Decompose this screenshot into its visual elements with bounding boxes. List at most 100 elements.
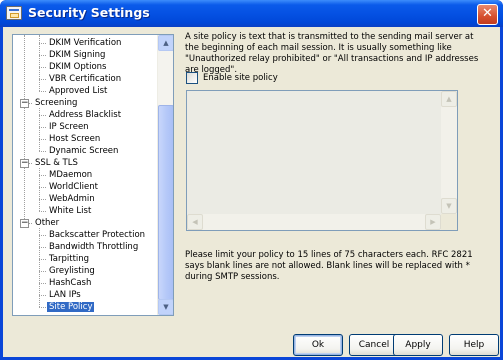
tree-guide-line	[39, 175, 46, 176]
scroll-up-button[interactable]: ▲	[441, 91, 457, 107]
tree-item-label: IP Screen	[49, 122, 89, 132]
tree-item-8[interactable]: Host Screen	[47, 133, 102, 145]
tree-item-label: WorldClient	[49, 182, 98, 192]
collapse-toggle[interactable]: −	[20, 99, 29, 108]
tree-item-7[interactable]: IP Screen	[47, 121, 91, 133]
tree-item-19[interactable]: Greylisting	[47, 265, 97, 277]
scroll-right-button[interactable]: ▶	[425, 214, 441, 230]
tree-guide-line	[39, 108, 40, 151]
chevron-up-icon: ▲	[163, 39, 169, 47]
tree-item-label: DKIM Signing	[49, 50, 106, 60]
tree-item-label: Address Blacklist	[49, 110, 122, 120]
tree-guide-line	[39, 127, 46, 128]
chevron-down-icon: ▼	[446, 202, 452, 210]
tree-item-label: DKIM Verification	[49, 38, 122, 48]
tree-item-label: VBR Certification	[49, 74, 122, 84]
tree-item-0[interactable]: DKIM Verification	[47, 37, 123, 49]
enable-site-policy-checkbox[interactable]	[186, 72, 198, 84]
policy-text-area[interactable]: ▲ ▼ ◀ ▶	[186, 90, 458, 231]
tree-guide-line	[39, 307, 46, 308]
dialog-body: DKIM Verification DKIM Signing DKIM Option…	[3, 27, 500, 357]
tree-group-15[interactable]: Other	[33, 217, 61, 229]
tree-item-label: Site Policy	[47, 302, 95, 312]
policy-description: A site policy is text that is transmitte…	[185, 32, 479, 75]
tree-item-2[interactable]: DKIM Options	[47, 61, 108, 73]
window-title: Security Settings	[28, 5, 150, 20]
help-button[interactable]: Help	[449, 334, 499, 356]
text-area-vertical-scrollbar[interactable]: ▲ ▼	[441, 91, 457, 214]
chevron-right-icon: ▶	[430, 218, 436, 226]
tree-item-label: Greylisting	[49, 266, 95, 276]
settings-tree[interactable]: DKIM Verification DKIM Signing DKIM Option…	[12, 34, 174, 316]
tree-item-3[interactable]: VBR Certification	[47, 73, 123, 85]
tree-guide-line	[39, 211, 46, 212]
tree-guide-line	[39, 228, 40, 307]
tree-item-22[interactable]: Site Policy	[47, 301, 95, 313]
tree-scrollbar[interactable]: ▲ ▼	[157, 35, 173, 315]
scroll-down-button[interactable]: ▼	[441, 198, 457, 214]
tree-guide-line	[39, 67, 46, 68]
tree-group-label: SSL & TLS	[35, 158, 78, 168]
tree-item-label: MDaemon	[49, 170, 93, 180]
tree-item-label: WebAdmin	[49, 194, 95, 204]
ok-button[interactable]: Ok	[293, 334, 343, 356]
tree-item-11[interactable]: MDaemon	[47, 169, 94, 181]
tree-item-16[interactable]: Backscatter Protection	[47, 229, 147, 241]
tree-guide-line	[39, 168, 40, 211]
tree-guide-line	[39, 79, 46, 80]
tree-item-label: LAN IPs	[49, 290, 81, 300]
tree-item-9[interactable]: Dynamic Screen	[47, 145, 120, 157]
enable-site-policy-label[interactable]: Enable site policy	[203, 73, 278, 83]
scrollbar-corner	[441, 214, 457, 230]
tree-item-6[interactable]: Address Blacklist	[47, 109, 123, 121]
minus-icon: −	[21, 158, 29, 168]
app-icon	[6, 6, 22, 20]
policy-limit-note: Please limit your policy to 15 lines of …	[185, 250, 473, 282]
chevron-left-icon: ◀	[192, 218, 198, 226]
tree-item-1[interactable]: DKIM Signing	[47, 49, 107, 61]
title-bar[interactable]: Security Settings ✕	[0, 0, 503, 27]
scroll-left-button[interactable]: ◀	[187, 214, 203, 230]
tree-group-10[interactable]: SSL & TLS	[33, 157, 80, 169]
tree-guide-line	[39, 235, 46, 236]
security-settings-window: Security Settings ✕ DKIM Verification DKI…	[0, 0, 503, 360]
close-button[interactable]: ✕	[477, 4, 498, 25]
tree-item-label: DKIM Options	[49, 62, 107, 72]
tree-group-label: Other	[35, 218, 60, 228]
collapse-toggle[interactable]: −	[20, 159, 29, 168]
apply-button[interactable]: Apply	[393, 334, 443, 356]
tree-item-label: Bandwidth Throttling	[49, 242, 139, 252]
tree-item-label: Host Screen	[49, 134, 101, 144]
tree-item-20[interactable]: HashCash	[47, 277, 93, 289]
tree-item-label: Backscatter Protection	[49, 230, 146, 240]
scroll-down-button[interactable]: ▼	[158, 299, 173, 315]
tree-item-17[interactable]: Bandwidth Throttling	[47, 241, 140, 253]
scroll-up-button[interactable]: ▲	[158, 35, 173, 51]
tree-item-13[interactable]: WebAdmin	[47, 193, 97, 205]
tree-item-18[interactable]: Tarpitting	[47, 253, 91, 265]
tree-guide-line	[24, 35, 25, 223]
close-icon: ✕	[482, 6, 493, 21]
scroll-thumb[interactable]	[158, 105, 173, 300]
minus-icon: −	[21, 218, 29, 228]
cancel-button[interactable]: Cancel	[349, 334, 399, 356]
tree-guide-line	[39, 259, 46, 260]
tree-guide-line	[39, 271, 46, 272]
tree-guide-line	[39, 55, 46, 56]
chevron-down-icon: ▼	[163, 303, 169, 311]
tree-guide-line	[39, 139, 46, 140]
text-area-horizontal-scrollbar[interactable]: ◀ ▶	[187, 214, 441, 230]
minus-icon: −	[21, 98, 29, 108]
tree-group-label: Screening	[35, 98, 78, 108]
tree-guide-line	[39, 91, 46, 92]
tree-item-14[interactable]: White List	[47, 205, 93, 217]
chevron-up-icon: ▲	[446, 95, 452, 103]
tree-item-4[interactable]: Approved List	[47, 85, 109, 97]
tree-item-12[interactable]: WorldClient	[47, 181, 100, 193]
tree-item-21[interactable]: LAN IPs	[47, 289, 83, 301]
collapse-toggle[interactable]: −	[20, 219, 29, 228]
tree-guide-line	[39, 199, 46, 200]
tree-item-label: HashCash	[49, 278, 92, 288]
tree-guide-line	[39, 295, 46, 296]
tree-guide-line	[39, 247, 46, 248]
